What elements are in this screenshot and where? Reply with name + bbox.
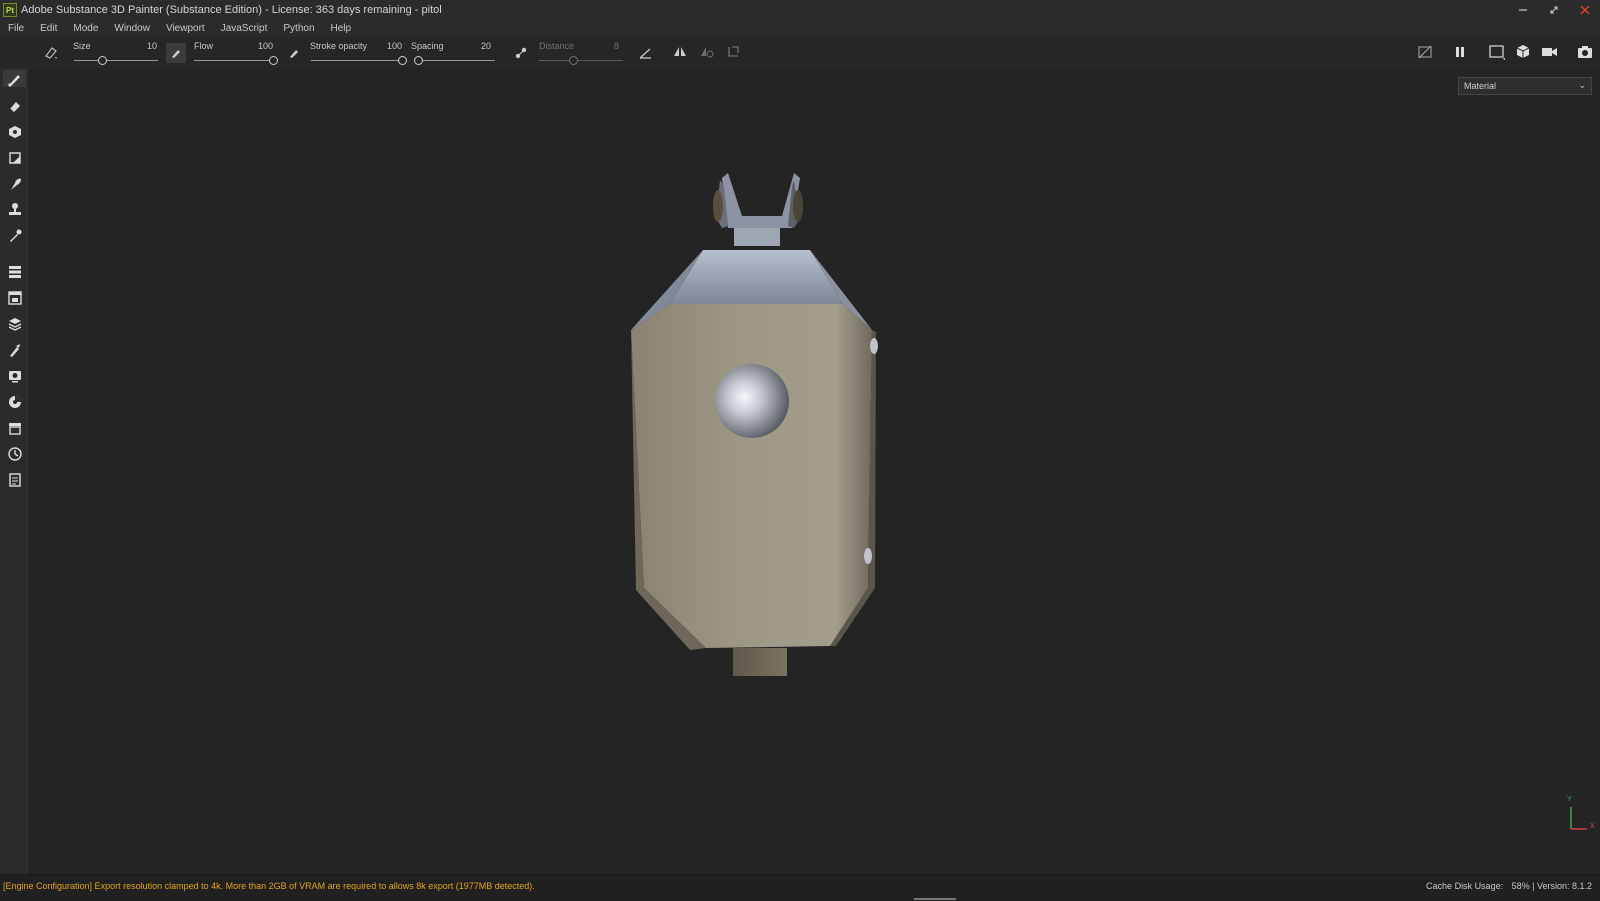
screenshot-icon[interactable] xyxy=(1577,44,1593,60)
spacing-slider[interactable] xyxy=(415,60,495,61)
status-info: Cache Disk Usage: 58% | Version: 8.1.2 xyxy=(1420,881,1592,891)
cache-version-value: 58% | Version: 8.1.2 xyxy=(1511,881,1592,891)
close-icon[interactable] xyxy=(1569,0,1600,20)
line-angle-icon[interactable] xyxy=(638,45,654,61)
camera-icon[interactable] xyxy=(1541,44,1557,60)
axis-gizmo xyxy=(1570,807,1587,830)
menu-bar: File Edit Mode Window Viewport JavaScrip… xyxy=(0,20,1600,37)
size-slider-handle[interactable] xyxy=(98,56,108,65)
flow-pen-pressure-icon[interactable] xyxy=(286,45,302,61)
shader-settings-icon[interactable] xyxy=(6,393,23,410)
3d-viewport[interactable]: Material ⌄ Y X xyxy=(30,68,1600,874)
lazy-mouse-icon[interactable] xyxy=(513,45,529,61)
display-mode-icon[interactable] xyxy=(1489,44,1505,60)
minimize-icon[interactable] xyxy=(1507,0,1538,20)
symmetry-settings-icon xyxy=(699,44,715,60)
size-slider[interactable] xyxy=(74,60,158,61)
log-icon[interactable] xyxy=(6,471,23,488)
flow-slider-handle[interactable] xyxy=(269,56,278,65)
layers-stack-icon[interactable] xyxy=(6,263,23,280)
flow-value[interactable]: 100 xyxy=(246,41,273,51)
menu-window[interactable]: Window xyxy=(106,23,158,34)
layers-icon[interactable] xyxy=(6,315,23,332)
paint-brush-icon[interactable] xyxy=(3,70,26,87)
distance-slider xyxy=(539,60,623,61)
status-warning-message[interactable]: [Engine Configuration] Export resolution… xyxy=(3,881,535,891)
menu-file[interactable]: File xyxy=(0,23,32,34)
menu-mode[interactable]: Mode xyxy=(65,23,106,34)
left-toolbar xyxy=(0,68,30,874)
menu-python[interactable]: Python xyxy=(275,23,322,34)
properties-icon[interactable] xyxy=(6,341,23,358)
stroke-opacity-label: Stroke opacity xyxy=(310,41,368,51)
flow-label: Flow xyxy=(194,41,214,51)
cache-disk-label: Cache Disk Usage: xyxy=(1426,881,1504,891)
brush-preset-icon[interactable] xyxy=(43,44,59,60)
polygon-fill-icon[interactable] xyxy=(6,149,23,166)
spacing-label: Spacing xyxy=(411,41,444,51)
history-icon[interactable] xyxy=(6,445,23,462)
distance-slider-handle xyxy=(569,56,579,65)
spacing-value[interactable]: 20 xyxy=(464,41,491,51)
window-controls xyxy=(1507,0,1600,20)
texture-set-icon[interactable] xyxy=(6,289,23,306)
size-pen-pressure-icon[interactable] xyxy=(166,43,186,63)
axis-x-label: X xyxy=(1590,823,1595,830)
distance-value: 8 xyxy=(613,41,619,51)
menu-edit[interactable]: Edit xyxy=(32,23,65,34)
axis-y-label: Y xyxy=(1567,796,1572,803)
cube-view-icon[interactable] xyxy=(1515,44,1531,60)
stroke-opacity-slider[interactable] xyxy=(311,60,403,61)
menu-help[interactable]: Help xyxy=(323,23,360,34)
tool-properties-bar: Size 10 Flow 100 Stroke opacity 100 Spac… xyxy=(0,37,1600,69)
spacing-slider-handle[interactable] xyxy=(414,56,423,65)
color-picker-icon[interactable] xyxy=(6,227,23,244)
title-bar: Pt Adobe Substance 3D Painter (Substance… xyxy=(0,0,1600,20)
3d-model[interactable] xyxy=(30,68,1600,874)
stroke-opacity-slider-handle[interactable] xyxy=(398,56,407,65)
size-label: Size xyxy=(73,41,91,51)
size-value[interactable]: 10 xyxy=(130,41,157,51)
menu-viewport[interactable]: Viewport xyxy=(158,23,213,34)
eraser-icon[interactable] xyxy=(6,97,23,114)
assets-icon[interactable] xyxy=(6,419,23,436)
status-bar: [Engine Configuration] Export resolution… xyxy=(0,874,1600,901)
projection-icon[interactable] xyxy=(6,123,23,140)
menu-javascript[interactable]: JavaScript xyxy=(213,23,276,34)
smudge-icon[interactable] xyxy=(6,175,23,192)
pause-icon[interactable] xyxy=(1452,44,1468,60)
clone-stamp-icon[interactable] xyxy=(6,201,23,218)
transform-icon xyxy=(726,44,742,60)
flow-slider[interactable] xyxy=(194,60,274,61)
window-title: Adobe Substance 3D Painter (Substance Ed… xyxy=(21,4,442,16)
display-settings-icon[interactable] xyxy=(6,367,23,384)
hide-icon[interactable] xyxy=(1417,44,1433,60)
distance-label: Distance xyxy=(539,41,575,51)
restore-icon[interactable] xyxy=(1538,0,1569,20)
stroke-opacity-value[interactable]: 100 xyxy=(375,41,402,51)
symmetry-icon[interactable] xyxy=(672,44,688,60)
app-logo-icon: Pt xyxy=(3,3,17,17)
